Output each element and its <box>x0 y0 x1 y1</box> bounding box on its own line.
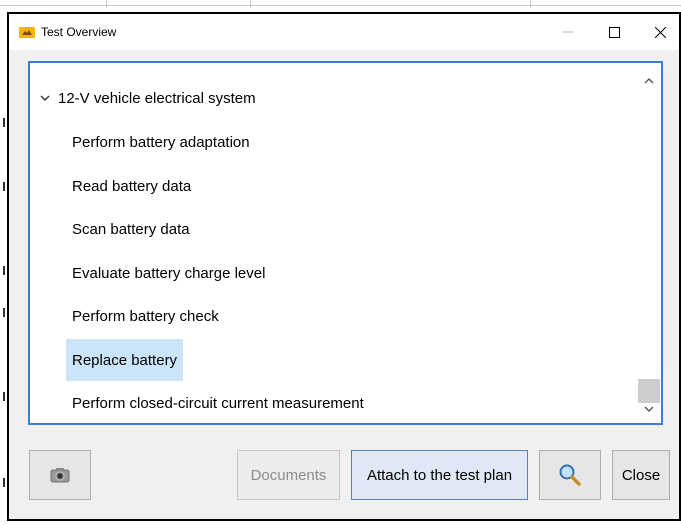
background-mark <box>3 392 5 401</box>
vertical-scrollbar[interactable] <box>637 63 661 423</box>
tree-item-label: Perform closed-circuit current measureme… <box>72 394 364 412</box>
chevron-up-icon <box>644 78 654 84</box>
background-mark <box>3 118 5 127</box>
tree-group-label: 12-V vehicle electrical system <box>58 89 256 107</box>
background-mark <box>3 182 5 191</box>
background-divider <box>530 0 531 8</box>
background-divider <box>0 5 681 6</box>
title-bar[interactable]: Test Overview <box>9 14 679 50</box>
maximize-icon <box>608 26 620 38</box>
search-button[interactable] <box>539 450 601 500</box>
magnifier-icon <box>559 464 581 486</box>
tree-item-scan-battery-data[interactable]: Scan battery data <box>66 208 196 250</box>
tree-item-perform-battery-check[interactable]: Perform battery check <box>66 295 225 337</box>
tree-item-label: Replace battery <box>72 351 178 369</box>
chevron-down-icon <box>644 406 654 412</box>
test-tree-list[interactable]: 12-V vehicle electrical system Perform b… <box>28 61 663 425</box>
app-logo-icon <box>19 27 35 38</box>
tree-item-label: Perform battery adaptation <box>72 133 250 151</box>
window-close-button[interactable] <box>637 14 681 50</box>
camera-icon <box>50 468 70 483</box>
minimize-icon <box>563 31 573 33</box>
background-mark <box>3 308 5 317</box>
tree-item-label: Read battery data <box>72 177 192 195</box>
tree-item-replace-battery[interactable]: Replace battery <box>66 339 184 381</box>
chevron-down-icon[interactable] <box>38 91 52 105</box>
maximize-button[interactable] <box>591 14 637 50</box>
documents-button[interactable]: Documents <box>237 450 340 500</box>
window-title: Test Overview <box>41 25 117 39</box>
scroll-down-button[interactable] <box>637 397 661 421</box>
background-mark <box>3 478 5 487</box>
test-overview-window: Test Overview 12-V vehicle electrical sy… <box>7 12 681 521</box>
tree-item-evaluate-battery-charge-level[interactable]: Evaluate battery charge level <box>66 252 271 294</box>
tree-item-read-battery-data[interactable]: Read battery data <box>66 165 197 207</box>
tree-item-label: Scan battery data <box>72 220 190 238</box>
tree-item-label: Evaluate battery charge level <box>72 264 266 282</box>
tree-item-label: Perform battery check <box>72 307 219 325</box>
tree-item-perform-closed-circuit-current-measurement[interactable]: Perform closed-circuit current measureme… <box>66 382 370 423</box>
close-icon <box>654 26 666 38</box>
close-button[interactable]: Close <box>612 450 670 500</box>
background-divider <box>250 0 251 8</box>
background-mark <box>3 266 5 275</box>
tree-group-row[interactable]: 12-V vehicle electrical system <box>38 87 256 109</box>
scroll-up-button[interactable] <box>637 69 661 93</box>
minimize-button[interactable] <box>545 14 591 50</box>
screenshot-button[interactable] <box>29 450 91 500</box>
attach-to-test-plan-button[interactable]: Attach to the test plan <box>351 450 528 500</box>
background-divider <box>106 0 107 8</box>
tree-item-perform-battery-adaptation[interactable]: Perform battery adaptation <box>66 121 256 163</box>
